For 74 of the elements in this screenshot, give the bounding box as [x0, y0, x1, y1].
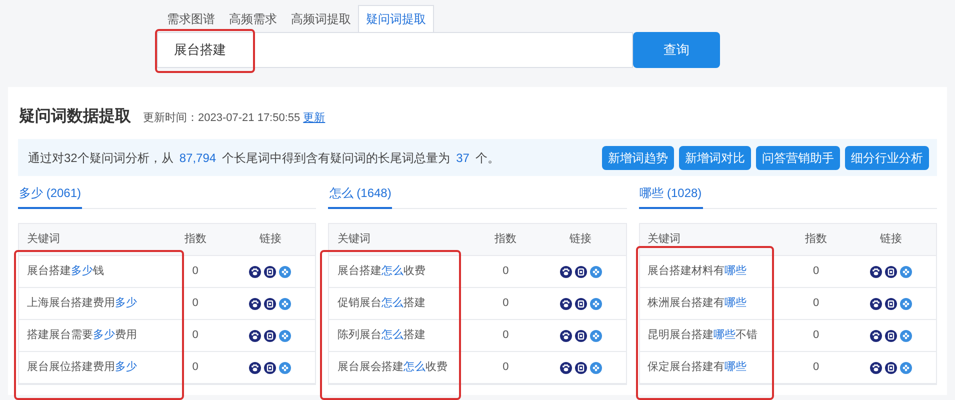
index-cell-text: 0: [502, 296, 510, 312]
column-header: 指数: [804, 232, 828, 248]
summary-text: 通过对32个疑问词分析，从 87,794 个长尾词中得到含有疑问词的长尾词总量为 37 个。: [28, 150, 500, 166]
keyword-cell-text: 株洲展台搭建有哪些: [646, 296, 748, 312]
index-cell-text: 0: [191, 360, 200, 376]
update-time: 更新时间：2023-07-21 17:50:55: [143, 110, 300, 126]
column-header: 关键词: [26, 232, 61, 248]
square-icon[interactable]: [885, 362, 897, 374]
index-cell-text: 0: [191, 296, 200, 312]
square-icon[interactable]: [885, 330, 897, 342]
paw-icon[interactable]: [560, 298, 572, 310]
paw-icon[interactable]: [249, 362, 262, 374]
keyword-cell-text: 陈列展台怎么搭建: [336, 328, 426, 344]
index-cell-text: 0: [502, 328, 510, 344]
square-icon[interactable]: [885, 298, 897, 310]
paw-icon[interactable]: [249, 330, 262, 342]
column-header: 指数: [494, 232, 518, 248]
index-cell-text: 0: [812, 296, 820, 312]
keyword-cell-text: 搭建展台需要多少费用: [26, 328, 138, 344]
index-cell-text: 0: [812, 328, 820, 344]
action-button[interactable]: 问答营销助手: [756, 146, 840, 170]
action-button[interactable]: 细分行业分析: [845, 146, 929, 170]
index-cell-text: 0: [812, 360, 820, 376]
column-header: 链接: [879, 232, 903, 248]
paw-icon[interactable]: [870, 266, 882, 278]
square-icon[interactable]: [574, 298, 587, 310]
column-header: 链接: [258, 232, 282, 248]
paw-icon[interactable]: [249, 298, 262, 310]
paw-icon[interactable]: [249, 266, 262, 278]
keyword-cell-text: 上海展台搭建费用多少: [26, 296, 138, 312]
keyword-cell-text: 促销展台怎么搭建: [336, 296, 426, 312]
update-link[interactable]: 更新: [303, 110, 326, 126]
square-icon[interactable]: [264, 298, 276, 310]
square-icon[interactable]: [574, 266, 587, 278]
action-button[interactable]: 新增词趋势: [602, 146, 674, 170]
search-field[interactable]: 展台搭建: [157, 32, 633, 68]
group-tab[interactable]: 多少 (2061): [18, 184, 82, 209]
paw-icon[interactable]: [870, 298, 882, 310]
tab[interactable]: 需求图谱: [160, 5, 222, 32]
tab[interactable]: 高频词提取: [284, 5, 358, 32]
index-cell-text: 0: [812, 264, 820, 280]
paw-icon[interactable]: [560, 266, 572, 278]
keyword-cell-text: 展台搭建多少钱: [26, 264, 105, 280]
action-button[interactable]: 新增词对比: [679, 146, 751, 170]
paw-icon[interactable]: [560, 362, 572, 374]
keyword-cell-text: 展台搭建怎么收费: [336, 264, 426, 280]
column-header: 关键词: [646, 232, 682, 248]
index-cell-text: 0: [502, 264, 510, 280]
paw-icon[interactable]: [870, 362, 882, 374]
index-cell-text: 0: [191, 264, 200, 280]
square-icon[interactable]: [264, 266, 276, 278]
tab[interactable]: 疑问词提取: [358, 5, 434, 32]
paw-icon[interactable]: [560, 330, 572, 342]
panel-title: 疑问词数据提取: [19, 106, 131, 127]
square-icon[interactable]: [885, 266, 897, 278]
paw-icon[interactable]: [870, 330, 882, 342]
square-icon[interactable]: [264, 330, 276, 342]
group-tab[interactable]: 怎么 (1648): [328, 184, 392, 209]
index-cell-text: 0: [191, 328, 200, 344]
index-cell-text: 0: [502, 360, 510, 376]
keyword-cell-text: 保定展台搭建有哪些: [646, 360, 748, 376]
column-header: 链接: [568, 232, 593, 248]
keyword-cell-text: 展台展位搭建费用多少: [26, 360, 138, 376]
column-header: 关键词: [336, 232, 372, 248]
column-header: 指数: [183, 232, 208, 248]
search-button[interactable]: 查询: [633, 32, 720, 68]
group-tab[interactable]: 哪些 (1028): [638, 184, 703, 209]
keyword-cell-text: 展台搭建材料有哪些: [646, 264, 748, 280]
square-icon[interactable]: [574, 330, 587, 342]
tab[interactable]: 高频需求: [222, 5, 284, 32]
keyword-cell-text: 展台展会搭建怎么收费: [336, 360, 448, 376]
keyword-cell-text: 昆明展台搭建哪些不错: [646, 328, 759, 344]
square-icon[interactable]: [264, 362, 276, 374]
square-icon[interactable]: [574, 362, 587, 374]
